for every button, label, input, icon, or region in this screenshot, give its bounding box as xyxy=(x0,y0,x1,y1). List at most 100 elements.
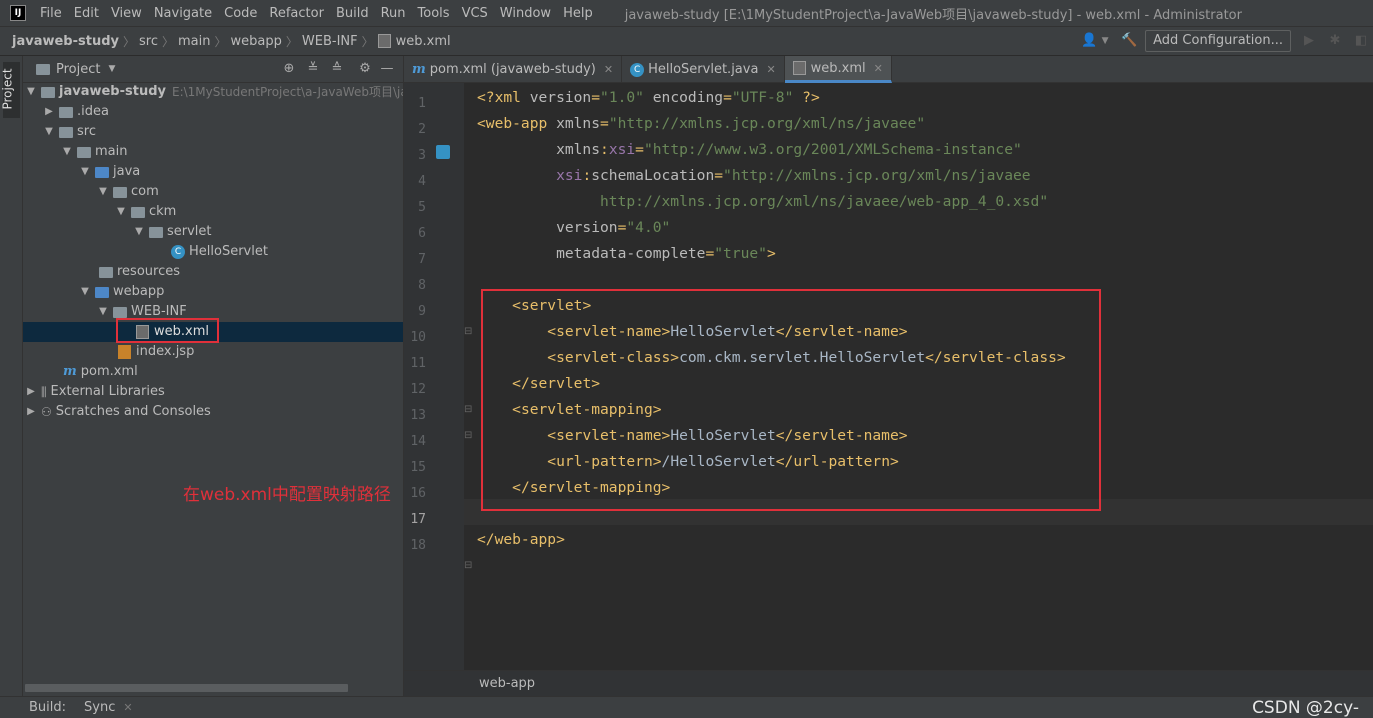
menu-navigate[interactable]: Navigate xyxy=(148,6,218,21)
dropdown-arrow-icon[interactable]: ▼ xyxy=(108,64,115,74)
tree-item-com[interactable]: ▼ com xyxy=(97,182,159,202)
code-line: <?xml version="1.0" encoding="UTF-8" ?> xyxy=(477,89,820,106)
menu-window[interactable]: Window xyxy=(494,6,557,21)
chevron-down-icon[interactable]: ▼ xyxy=(25,82,37,102)
line-number: 13 xyxy=(410,408,426,423)
editor-breadcrumb-web-app[interactable]: web-app xyxy=(479,676,535,691)
code-line: version="4.0" xyxy=(556,219,671,236)
folder-icon xyxy=(59,126,73,138)
menu-build[interactable]: Build xyxy=(330,6,375,21)
chevron-down-icon[interactable]: ▼ xyxy=(79,162,91,182)
menu-code[interactable]: Code xyxy=(218,6,263,21)
collapse-all-icon[interactable]: ≙ xyxy=(329,61,345,77)
tree-item-index-jsp[interactable]: index.jsp xyxy=(118,342,194,362)
menu-vcs[interactable]: VCS xyxy=(456,6,494,21)
tab-label: pom.xml (javaweb-study) xyxy=(429,62,596,77)
tree-item-external-libraries[interactable]: ▶ ⫼ External Libraries xyxy=(25,382,165,402)
fold-icon[interactable]: ⊟ xyxy=(464,404,472,415)
project-tool-button[interactable]: Project xyxy=(1,62,20,118)
user-icon[interactable]: 👤 xyxy=(1081,33,1097,49)
tool-window-strip: Project xyxy=(0,56,23,696)
chevron-down-icon[interactable]: ▼ xyxy=(61,142,73,162)
tree-item-helloservlet[interactable]: C HelloServlet xyxy=(171,242,268,262)
sync-tab-label[interactable]: Sync xyxy=(84,700,115,715)
tab-label: HelloServlet.java xyxy=(648,62,759,77)
coverage-icon[interactable]: ◧ xyxy=(1353,33,1369,49)
line-number: 11 xyxy=(410,356,426,371)
close-icon[interactable]: ✕ xyxy=(604,63,613,76)
locate-icon[interactable]: ⊕ xyxy=(281,61,297,77)
chevron-down-icon[interactable]: ▼ xyxy=(115,202,127,222)
tree-item-label: java xyxy=(113,164,141,179)
jsp-file-icon xyxy=(118,345,131,359)
run-icon[interactable]: ▶ xyxy=(1301,33,1317,49)
tree-item-resources[interactable]: resources xyxy=(99,262,180,282)
tab-pom-xml[interactable]: m pom.xml (javaweb-study) ✕ xyxy=(404,56,623,83)
build-hammer-icon[interactable]: 🔨 xyxy=(1121,33,1137,49)
minimize-icon[interactable]: — xyxy=(379,61,395,77)
tree-item-label: index.jsp xyxy=(136,344,195,359)
chevron-down-icon[interactable]: ▼ xyxy=(133,222,145,242)
breadcrumb-webapp[interactable]: webapp xyxy=(227,34,286,49)
tree-item-label: pom.xml xyxy=(80,364,138,379)
tree-item-servlet[interactable]: ▼ servlet xyxy=(133,222,212,242)
module-folder-icon xyxy=(41,86,55,98)
close-icon[interactable]: ✕ xyxy=(874,62,883,75)
menu-edit[interactable]: Edit xyxy=(68,6,105,21)
line-number: 5 xyxy=(418,200,426,215)
breadcrumb-project[interactable]: javaweb-study xyxy=(8,34,123,49)
web-descriptor-gutter-icon[interactable] xyxy=(436,145,450,159)
chevron-down-icon[interactable]: ▼ xyxy=(97,302,109,322)
build-tab-label[interactable]: Build: xyxy=(29,700,66,715)
tree-item-label: com xyxy=(131,184,159,199)
horizontal-scrollbar[interactable] xyxy=(25,684,348,692)
line-number: 7 xyxy=(418,252,426,267)
menu-help[interactable]: Help xyxy=(557,6,599,21)
code-line: </web-app> xyxy=(477,531,565,548)
tree-item-main[interactable]: ▼ main xyxy=(61,142,127,162)
menu-tools[interactable]: Tools xyxy=(412,6,456,21)
line-number: 2 xyxy=(418,122,426,137)
breadcrumb-web-inf[interactable]: WEB-INF xyxy=(298,34,362,49)
tree-item-java[interactable]: ▼ java xyxy=(79,162,140,182)
gear-icon[interactable]: ⚙ xyxy=(357,61,373,77)
chevron-right-icon[interactable]: ▶ xyxy=(25,382,37,402)
tree-item-scratches[interactable]: ▶ ⚇ Scratches and Consoles xyxy=(25,402,211,422)
menu-view[interactable]: View xyxy=(105,6,148,21)
breadcrumb-main[interactable]: main xyxy=(174,34,214,49)
tab-web-xml[interactable]: web.xml ✕ xyxy=(784,56,892,83)
tree-item-idea[interactable]: ▶ .idea xyxy=(43,102,109,122)
chevron-down-icon[interactable]: ▼ xyxy=(79,282,91,302)
chevron-right-icon[interactable]: ▶ xyxy=(25,402,37,422)
close-icon[interactable]: ✕ xyxy=(766,63,775,76)
highlight-box-servlet-mapping xyxy=(481,289,1101,511)
maven-icon: m xyxy=(412,62,426,77)
tree-item-label: servlet xyxy=(167,224,212,239)
menu-refactor[interactable]: Refactor xyxy=(263,6,330,21)
menu-run[interactable]: Run xyxy=(375,6,412,21)
fold-icon[interactable]: ⊟ xyxy=(464,560,472,571)
chevron-down-icon[interactable]: ▼ xyxy=(97,182,109,202)
scratches-icon: ⚇ xyxy=(41,405,52,419)
close-icon[interactable]: ✕ xyxy=(123,701,132,714)
tree-item-ckm[interactable]: ▼ ckm xyxy=(115,202,176,222)
tree-item-project-root[interactable]: ▼ javaweb-study E:\1MyStudentProject\a-J… xyxy=(25,82,403,102)
chevron-down-icon[interactable]: ▼ xyxy=(43,122,55,142)
tree-item-pom-xml[interactable]: m pom.xml xyxy=(63,362,138,382)
menu-bar: IJ File Edit View Navigate Code Refactor… xyxy=(0,0,1373,26)
debug-icon[interactable]: ✱ xyxy=(1327,33,1343,49)
chevron-right-icon[interactable]: ▶ xyxy=(43,102,55,122)
fold-icon[interactable]: ⊟ xyxy=(464,326,472,337)
project-panel-title[interactable]: Project xyxy=(56,62,100,77)
add-configuration-button[interactable]: Add Configuration... xyxy=(1145,30,1291,52)
menu-file[interactable]: File xyxy=(34,6,68,21)
expand-all-icon[interactable]: ≚ xyxy=(305,61,321,77)
breadcrumb-web-xml[interactable]: web.xml xyxy=(396,34,455,49)
fold-icon[interactable]: ⊟ xyxy=(464,430,472,441)
breadcrumb-src[interactable]: src xyxy=(135,34,162,49)
tab-helloservlet-java[interactable]: C HelloServlet.java ✕ xyxy=(622,56,785,83)
tree-item-src[interactable]: ▼ src xyxy=(43,122,96,142)
dropdown-arrow-icon[interactable]: ▼ xyxy=(1097,33,1113,49)
maven-icon: m xyxy=(63,364,77,379)
tree-item-webapp[interactable]: ▼ webapp xyxy=(79,282,164,302)
